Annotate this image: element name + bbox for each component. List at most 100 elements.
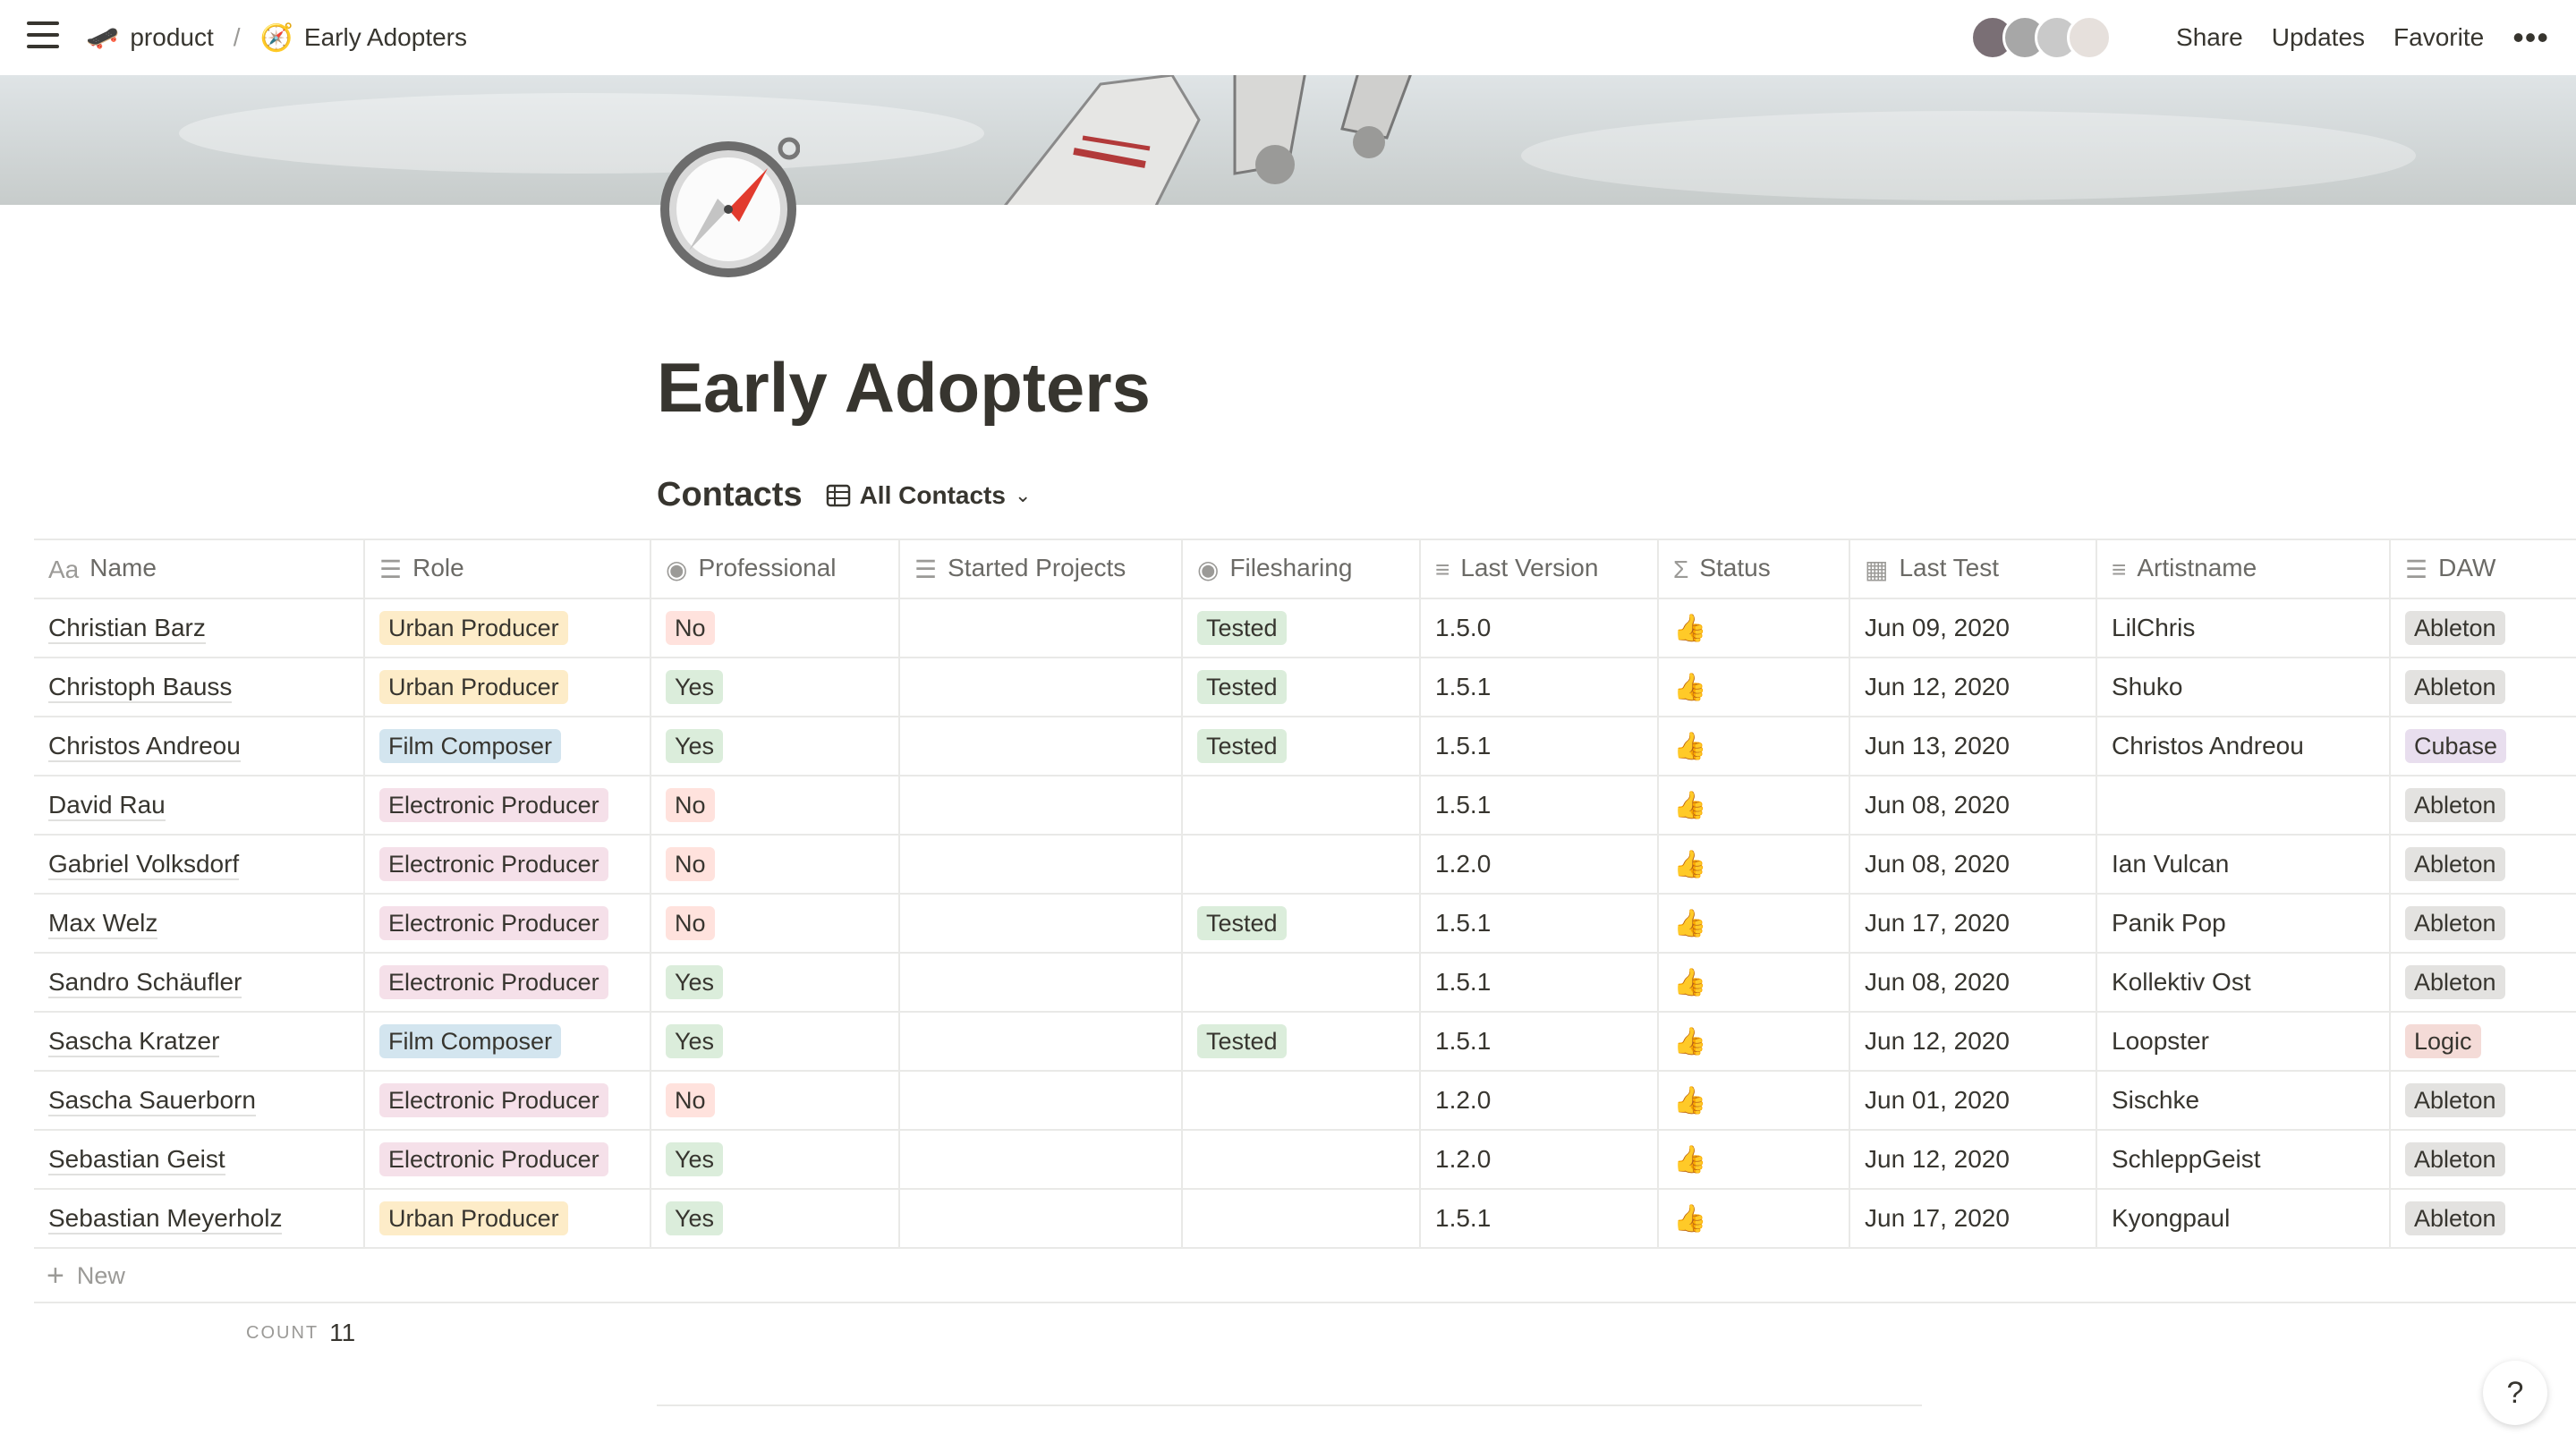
cell-filesharing[interactable]: Tested bbox=[1182, 598, 1421, 658]
cell-role[interactable]: Urban Producer bbox=[364, 658, 651, 717]
cell-name[interactable]: Sebastian Meyerholz bbox=[34, 1189, 365, 1249]
cell-filesharing[interactable] bbox=[1182, 1130, 1421, 1190]
table-row[interactable]: Gabriel Volksdorf Electronic Producer No 1.… bbox=[34, 835, 2576, 895]
count-summary[interactable]: COUNT 11 bbox=[246, 1319, 355, 1347]
cell-version[interactable]: 1.2.0 bbox=[1420, 1071, 1659, 1131]
collaborator-avatars[interactable] bbox=[1970, 15, 2113, 60]
cell-last-test[interactable]: Jun 17, 2020 bbox=[1849, 894, 2097, 954]
column-header-daw[interactable]: ☰ DAW bbox=[2390, 539, 2576, 599]
cell-status[interactable]: 👍 bbox=[1658, 1130, 1850, 1190]
cell-name[interactable]: Sascha Kratzer bbox=[34, 1012, 365, 1072]
compass-icon[interactable] bbox=[657, 136, 800, 279]
cell-started[interactable] bbox=[899, 1189, 1183, 1249]
cell-name[interactable]: Sebastian Geist bbox=[34, 1130, 365, 1190]
cell-role[interactable]: Urban Producer bbox=[364, 1189, 651, 1249]
cell-filesharing[interactable] bbox=[1182, 835, 1421, 895]
cell-last-test[interactable]: Jun 01, 2020 bbox=[1849, 1071, 2097, 1131]
cell-artist[interactable]: Kyongpaul bbox=[2096, 1189, 2391, 1249]
cell-version[interactable]: 1.5.1 bbox=[1420, 717, 1659, 776]
cell-name[interactable]: Max Welz bbox=[34, 894, 365, 954]
table-row[interactable]: Sebastian Geist Electronic Producer Yes 1.2… bbox=[34, 1130, 2576, 1190]
cell-last-test[interactable]: Jun 08, 2020 bbox=[1849, 835, 2097, 895]
cell-started[interactable] bbox=[899, 1012, 1183, 1072]
cell-started[interactable] bbox=[899, 776, 1183, 836]
cell-artist[interactable]: Shuko bbox=[2096, 658, 2391, 717]
cell-started[interactable] bbox=[899, 658, 1183, 717]
breadcrumb-page[interactable]: Early Adopters bbox=[304, 23, 467, 52]
help-button[interactable]: ? bbox=[2483, 1361, 2547, 1425]
cell-role[interactable]: Film Composer bbox=[364, 1012, 651, 1072]
cell-daw[interactable]: Ableton bbox=[2390, 894, 2576, 954]
cell-status[interactable]: 👍 bbox=[1658, 894, 1850, 954]
cell-artist[interactable]: Loopster bbox=[2096, 1012, 2391, 1072]
column-header-filesharing[interactable]: ◉ Filesharing bbox=[1182, 539, 1421, 599]
cell-professional[interactable]: No bbox=[650, 598, 900, 658]
table-row[interactable]: Sandro Schäufler Electronic Producer Yes 1.… bbox=[34, 953, 2576, 1013]
cell-daw[interactable]: Ableton bbox=[2390, 776, 2576, 836]
cell-last-test[interactable]: Jun 12, 2020 bbox=[1849, 658, 2097, 717]
column-header-last-version[interactable]: ≡ Last Version bbox=[1420, 539, 1659, 599]
cell-status[interactable]: 👍 bbox=[1658, 835, 1850, 895]
cell-artist[interactable]: Kollektiv Ost bbox=[2096, 953, 2391, 1013]
table-row[interactable]: Sebastian Meyerholz Urban Producer Yes 1.5.… bbox=[34, 1189, 2576, 1249]
cell-professional[interactable]: No bbox=[650, 835, 900, 895]
cell-last-test[interactable]: Jun 08, 2020 bbox=[1849, 953, 2097, 1013]
table-row[interactable]: Christoph Bauss Urban Producer Yes Tested 1.… bbox=[34, 658, 2576, 717]
more-options-icon[interactable]: ••• bbox=[2512, 21, 2549, 54]
cell-filesharing[interactable] bbox=[1182, 776, 1421, 836]
column-header-artistname[interactable]: ≡ Artistname bbox=[2096, 539, 2391, 599]
cell-version[interactable]: 1.5.0 bbox=[1420, 598, 1659, 658]
cell-professional[interactable]: Yes bbox=[650, 717, 900, 776]
cell-filesharing[interactable]: Tested bbox=[1182, 894, 1421, 954]
cell-status[interactable]: 👍 bbox=[1658, 1071, 1850, 1131]
cell-started[interactable] bbox=[899, 1130, 1183, 1190]
cell-role[interactable]: Electronic Producer bbox=[364, 894, 651, 954]
cell-daw[interactable]: Ableton bbox=[2390, 835, 2576, 895]
cell-daw[interactable]: Ableton bbox=[2390, 953, 2576, 1013]
cell-version[interactable]: 1.2.0 bbox=[1420, 835, 1659, 895]
cell-started[interactable] bbox=[899, 1071, 1183, 1131]
cell-artist[interactable]: SchleppGeist bbox=[2096, 1130, 2391, 1190]
cell-daw[interactable]: Cubase bbox=[2390, 717, 2576, 776]
column-header-name[interactable]: Aa Name bbox=[34, 539, 365, 599]
cell-daw[interactable]: Logic bbox=[2390, 1012, 2576, 1072]
cell-artist[interactable]: Sischke bbox=[2096, 1071, 2391, 1131]
cell-version[interactable]: 1.5.1 bbox=[1420, 658, 1659, 717]
menu-icon[interactable] bbox=[27, 21, 59, 48]
cell-filesharing[interactable] bbox=[1182, 953, 1421, 1013]
cell-name[interactable]: Christoph Bauss bbox=[34, 658, 365, 717]
column-header-professional[interactable]: ◉ Professional bbox=[650, 539, 900, 599]
column-header-status[interactable]: Σ Status bbox=[1658, 539, 1850, 599]
cell-started[interactable] bbox=[899, 717, 1183, 776]
view-selector[interactable]: All Contacts ⌄ bbox=[826, 481, 1031, 510]
cell-status[interactable]: 👍 bbox=[1658, 658, 1850, 717]
cell-filesharing[interactable] bbox=[1182, 1189, 1421, 1249]
cell-started[interactable] bbox=[899, 835, 1183, 895]
cell-filesharing[interactable]: Tested bbox=[1182, 1012, 1421, 1072]
cell-role[interactable]: Film Composer bbox=[364, 717, 651, 776]
avatar[interactable] bbox=[2067, 15, 2113, 60]
column-header-started-projects[interactable]: ☰ Started Projects bbox=[899, 539, 1183, 599]
cell-status[interactable]: 👍 bbox=[1658, 1012, 1850, 1072]
cell-name[interactable]: Christos Andreou bbox=[34, 717, 365, 776]
cell-role[interactable]: Electronic Producer bbox=[364, 953, 651, 1013]
column-header-last-test[interactable]: ▦ Last Test bbox=[1849, 539, 2097, 599]
table-row[interactable]: David Rau Electronic Producer No 1.5.1 👍 Jun … bbox=[34, 776, 2576, 836]
cover-image[interactable] bbox=[0, 75, 2576, 205]
cell-last-test[interactable]: Jun 13, 2020 bbox=[1849, 717, 2097, 776]
table-row[interactable]: Christos Andreou Film Composer Yes Tested 1.… bbox=[34, 717, 2576, 776]
table-row[interactable]: Sascha Kratzer Film Composer Yes Tested 1.5.… bbox=[34, 1012, 2576, 1072]
table-row[interactable]: Max Welz Electronic Producer No Tested 1.5.1… bbox=[34, 894, 2576, 954]
database-title[interactable]: Contacts bbox=[657, 476, 803, 514]
cell-artist[interactable]: Panik Pop bbox=[2096, 894, 2391, 954]
cell-name[interactable]: David Rau bbox=[34, 776, 365, 836]
cell-last-test[interactable]: Jun 12, 2020 bbox=[1849, 1130, 2097, 1190]
cell-role[interactable]: Electronic Producer bbox=[364, 1130, 651, 1190]
cell-artist[interactable]: Christos Andreou bbox=[2096, 717, 2391, 776]
cell-role[interactable]: Electronic Producer bbox=[364, 776, 651, 836]
table-row[interactable]: Sascha Sauerborn Electronic Producer No 1.2… bbox=[34, 1071, 2576, 1131]
cell-artist[interactable] bbox=[2096, 776, 2391, 836]
cell-last-test[interactable]: Jun 09, 2020 bbox=[1849, 598, 2097, 658]
cell-professional[interactable]: Yes bbox=[650, 658, 900, 717]
cell-filesharing[interactable] bbox=[1182, 1071, 1421, 1131]
